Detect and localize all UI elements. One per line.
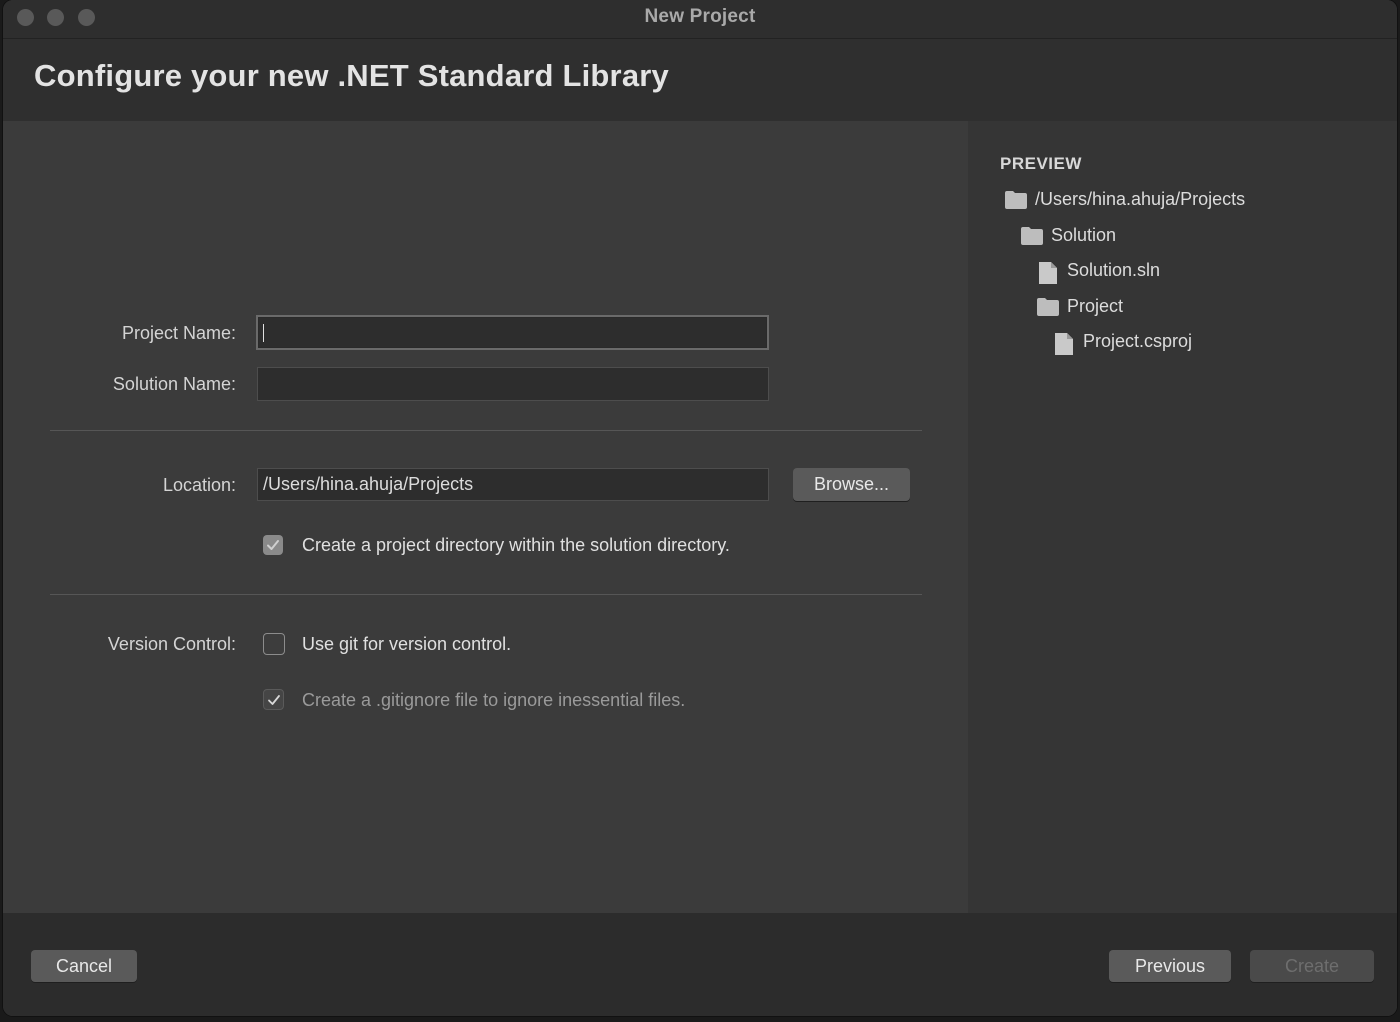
page-title: Configure your new .NET Standard Library: [34, 58, 669, 93]
location-label: Location:: [162, 475, 236, 495]
divider-top: [50, 430, 922, 431]
preview-title: PREVIEW: [1000, 154, 1082, 173]
text-caret: [263, 324, 264, 342]
project-name-label: Project Name:: [121, 323, 236, 343]
preview-panel: PREVIEW /Users/hina.ahuja/Projects Solut…: [968, 121, 1397, 913]
folder-icon: [1021, 227, 1043, 250]
location-input[interactable]: /Users/hina.ahuja/Projects: [257, 468, 769, 501]
project-name-input[interactable]: [256, 315, 769, 350]
cancel-button[interactable]: Cancel: [31, 950, 137, 982]
browse-button[interactable]: Browse...: [793, 468, 910, 501]
configure-form: Project Name: Solution Name: Location: /…: [3, 121, 968, 913]
file-icon: [1039, 262, 1057, 289]
folder-icon: [1005, 191, 1027, 214]
create-project-dir-label: Create a project directory within the so…: [302, 535, 730, 555]
title-bar: New Project: [3, 0, 1397, 39]
solution-name-input[interactable]: [257, 367, 769, 401]
previous-button[interactable]: Previous: [1109, 950, 1231, 982]
new-project-window: New Project Configure your new .NET Stan…: [3, 0, 1397, 1016]
dialog-footer: Cancel Previous Create: [3, 913, 1397, 1016]
checkmark-icon: [267, 540, 279, 550]
create-button[interactable]: Create: [1250, 950, 1374, 982]
gitignore-label: Create a .gitignore file to ignore iness…: [302, 690, 686, 710]
use-git-checkbox[interactable]: [263, 633, 285, 655]
checkmark-icon: [268, 695, 280, 705]
window-title: New Project: [644, 6, 756, 27]
use-git-label: Use git for version control.: [302, 634, 512, 654]
solution-name-label: Solution Name:: [112, 374, 236, 394]
create-project-dir-checkbox[interactable]: [263, 535, 283, 555]
gitignore-checkbox[interactable]: [263, 689, 284, 710]
file-icon: [1055, 333, 1073, 360]
folder-icon: [1037, 298, 1059, 321]
dialog-header: Configure your new .NET Standard Library: [3, 39, 1397, 121]
divider-bottom: [50, 594, 922, 595]
version-control-label: Version Control:: [107, 634, 236, 654]
